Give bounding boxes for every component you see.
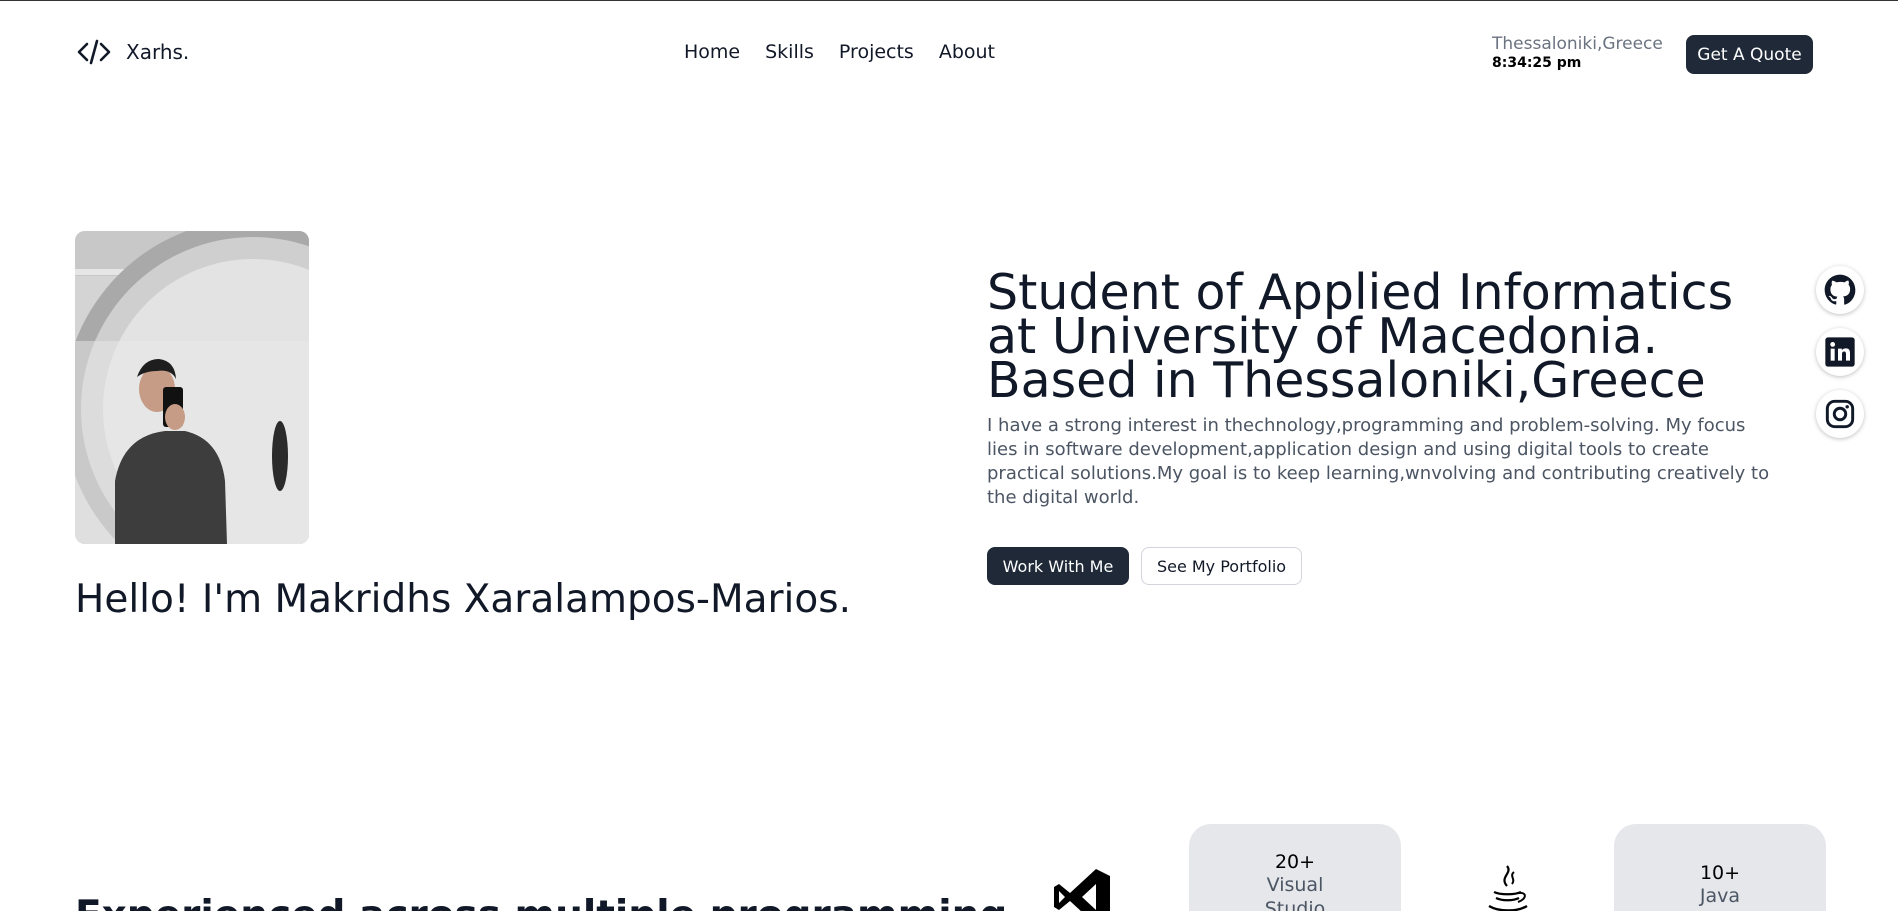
stat-number: 10+	[1699, 862, 1741, 884]
stat-label: Java	[1699, 885, 1741, 907]
hero-headline: Student of Applied Informatics at Univer…	[987, 264, 1734, 409]
code-icon	[77, 39, 111, 65]
brand-name: Xarhs.	[126, 40, 190, 64]
linkedin-icon	[1825, 337, 1855, 367]
instagram-icon	[1825, 399, 1855, 429]
visual-studio-icon	[1052, 867, 1112, 911]
instagram-link[interactable]	[1816, 390, 1864, 438]
nav-home[interactable]: Home	[684, 41, 740, 63]
stat-card-java: 10+ Java	[1614, 824, 1826, 911]
brand-logo[interactable]: Xarhs.	[76, 37, 189, 67]
main-menu: Home Skills Projects About	[684, 41, 995, 63]
nav-skills[interactable]: Skills	[765, 41, 814, 63]
stat-label: Visual	[1266, 874, 1324, 896]
stat-number: 20+	[1274, 851, 1316, 873]
top-navbar: Xarhs. Home Skills Projects About Thessa…	[0, 1, 1898, 105]
greeting-heading: Hello! I'm Makridhs Xaralampos-Marios.	[75, 577, 851, 622]
work-with-me-button[interactable]: Work With Me	[987, 547, 1129, 585]
see-portfolio-button[interactable]: See My Portfolio	[1141, 547, 1302, 585]
location-city: Thessaloniki,Greece	[1492, 34, 1663, 54]
stat-card-visual-studio: 20+ Visual Studio	[1189, 824, 1401, 911]
nav-about[interactable]: About	[939, 41, 995, 63]
github-icon	[1824, 274, 1856, 305]
linkedin-link[interactable]	[1816, 328, 1864, 376]
stat-label: Studio	[1264, 898, 1326, 911]
github-link[interactable]	[1816, 266, 1864, 314]
local-time: 8:34:25 pm	[1492, 55, 1582, 71]
get-quote-button[interactable]: Get A Quote	[1686, 35, 1813, 74]
nav-projects[interactable]: Projects	[839, 41, 914, 63]
experience-heading: Experienced across multiple programming	[75, 893, 1007, 911]
hero-description: I have a strong interest in thechnology,…	[987, 415, 1770, 508]
java-icon	[1485, 864, 1531, 911]
location-clock: Thessaloniki,Greece 8:34:25 pm	[1492, 34, 1663, 71]
profile-photo	[75, 231, 309, 544]
